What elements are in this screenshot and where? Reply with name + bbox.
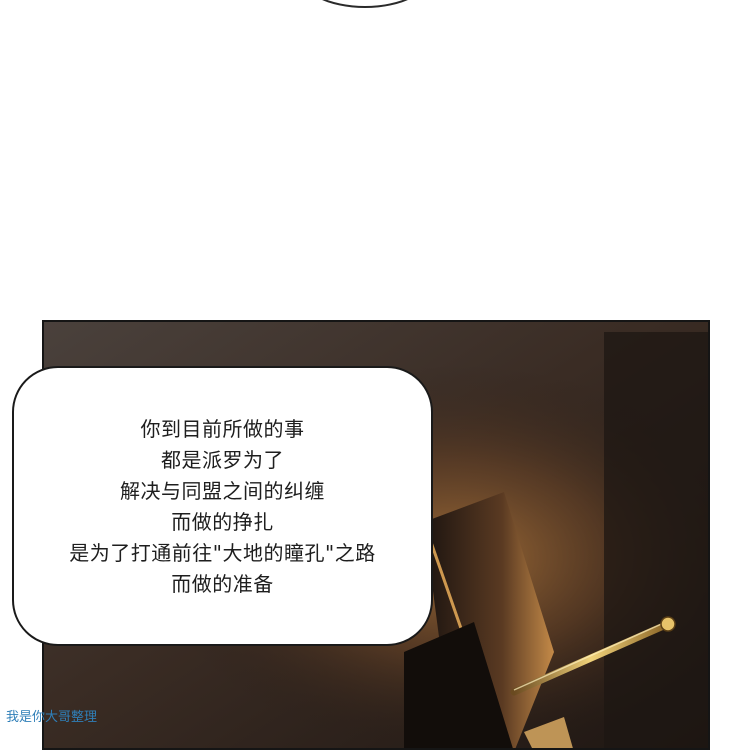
dialogue-line-2: 都是派罗为了 [161, 448, 284, 472]
dialogue-line-1: 你到目前所做的事 [140, 417, 305, 441]
dialogue-line-6: 而做的准备 [171, 572, 274, 596]
dialogue-line-3: 解决与同盟之间的纠缠 [120, 479, 325, 503]
previous-speech-bubble-edge [298, 0, 432, 8]
speech-bubble: 你到目前所做的事 都是派罗为了 解决与同盟之间的纠缠 而做的挣扎 是为了打通前往… [12, 366, 433, 646]
watermark-text: 我是你大哥整理 [6, 710, 98, 725]
rod-tip [660, 616, 676, 632]
dialogue-line-4: 而做的挣扎 [171, 510, 274, 534]
comic-page: 你到目前所做的事 都是派罗为了 解决与同盟之间的纠缠 而做的挣扎 是为了打通前往… [0, 0, 750, 750]
dialogue-line-5: 是为了打通前往"大地的瞳孔"之路 [69, 541, 376, 565]
dark-column [604, 332, 708, 748]
